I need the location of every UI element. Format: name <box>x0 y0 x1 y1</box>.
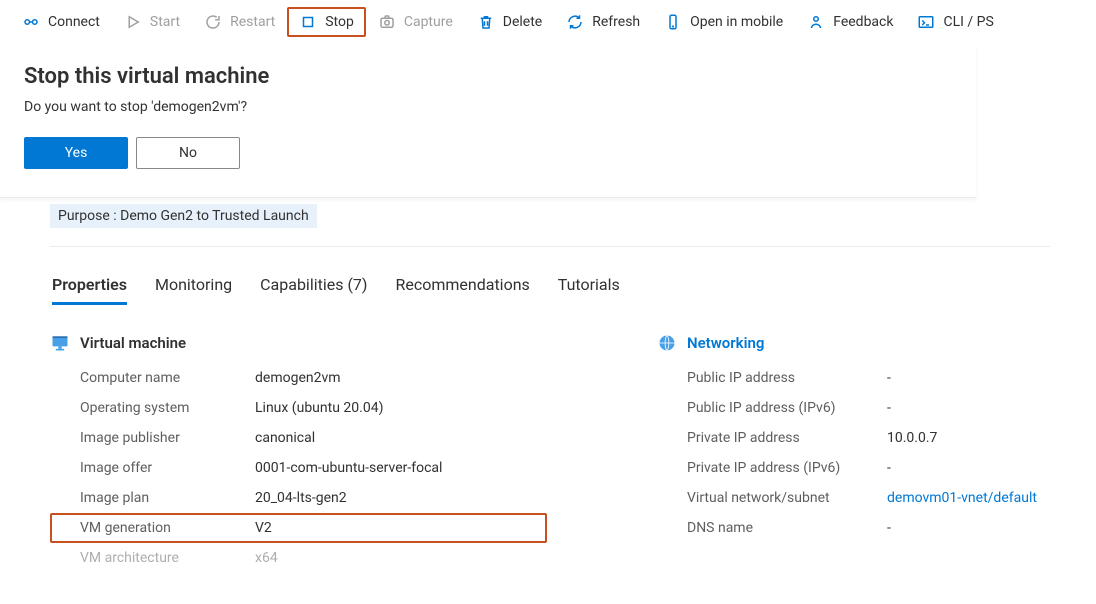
monitor-icon <box>50 333 70 353</box>
label-dns: DNS name <box>687 520 887 536</box>
value-public-ip6: - <box>887 400 1087 416</box>
connect-label: Connect <box>48 14 100 30</box>
row-vnet: Virtual network/subnet demovm01-vnet/def… <box>657 483 1087 513</box>
restart-icon <box>204 13 222 31</box>
label-vm-architecture: VM architecture <box>80 550 255 566</box>
refresh-icon <box>566 13 584 31</box>
row-private-ip6: Private IP address (IPv6) - <box>657 453 1087 483</box>
value-plan: 20_04-lts-gen2 <box>255 490 545 506</box>
vm-section: Virtual machine Computer name demogen2vm… <box>50 333 547 573</box>
row-dns: DNS name - <box>657 513 1087 543</box>
no-button[interactable]: No <box>136 137 240 169</box>
label-plan: Image plan <box>80 490 255 506</box>
vm-section-title: Virtual machine <box>80 334 186 352</box>
tab-properties[interactable]: Properties <box>52 275 127 305</box>
row-offer: Image offer 0001-com-ubuntu-server-focal <box>50 453 547 483</box>
value-vnet[interactable]: demovm01-vnet/default <box>887 490 1087 506</box>
cli-button[interactable]: CLI / PS <box>905 7 1005 37</box>
feedback-label: Feedback <box>833 14 893 30</box>
start-label: Start <box>150 14 180 30</box>
row-publisher: Image publisher canonical <box>50 423 547 453</box>
label-private-ip: Private IP address <box>687 430 887 446</box>
label-vm-generation: VM generation <box>80 520 255 536</box>
capture-icon <box>378 13 396 31</box>
networking-section: Networking Public IP address - Public IP… <box>657 333 1087 573</box>
purpose-tag[interactable]: Purpose : Demo Gen2 to Trusted Launch <box>50 204 317 228</box>
label-public-ip: Public IP address <box>687 370 887 386</box>
delete-button[interactable]: Delete <box>465 7 554 37</box>
globe-icon <box>657 333 677 353</box>
value-os: Linux (ubuntu 20.04) <box>255 400 545 416</box>
delete-label: Delete <box>503 14 542 30</box>
value-private-ip: 10.0.0.7 <box>887 430 1087 446</box>
value-dns: - <box>887 520 1087 536</box>
open-mobile-label: Open in mobile <box>690 14 783 30</box>
mobile-icon <box>664 13 682 31</box>
feedback-icon <box>807 13 825 31</box>
value-public-ip: - <box>887 370 1087 386</box>
label-publisher: Image publisher <box>80 430 255 446</box>
dialog-text: Do you want to stop 'demogen2vm'? <box>24 99 952 115</box>
value-vm-architecture: x64 <box>255 550 545 566</box>
cli-label: CLI / PS <box>943 14 993 30</box>
play-icon <box>124 13 142 31</box>
row-private-ip: Private IP address 10.0.0.7 <box>657 423 1087 453</box>
refresh-label: Refresh <box>592 14 640 30</box>
row-public-ip: Public IP address - <box>657 363 1087 393</box>
row-computer-name: Computer name demogen2vm <box>50 363 547 393</box>
command-bar: Connect Start Restart Stop Capture Delet… <box>0 0 1096 44</box>
tab-monitoring[interactable]: Monitoring <box>155 275 232 305</box>
capture-label: Capture <box>404 14 453 30</box>
start-button: Start <box>112 7 192 37</box>
feedback-button[interactable]: Feedback <box>795 7 905 37</box>
tab-recommendations[interactable]: Recommendations <box>395 275 529 305</box>
yes-button[interactable]: Yes <box>24 137 128 169</box>
value-publisher: canonical <box>255 430 545 446</box>
stop-icon <box>299 13 317 31</box>
stop-label: Stop <box>325 14 354 30</box>
delete-icon <box>477 13 495 31</box>
open-mobile-button[interactable]: Open in mobile <box>652 7 795 37</box>
networking-section-title: Networking <box>687 334 764 352</box>
row-vm-generation: VM generation V2 <box>50 513 547 543</box>
properties-columns: Virtual machine Computer name demogen2vm… <box>50 333 1072 573</box>
restart-button: Restart <box>192 7 287 37</box>
refresh-button[interactable]: Refresh <box>554 7 652 37</box>
label-offer: Image offer <box>80 460 255 476</box>
label-os: Operating system <box>80 400 255 416</box>
value-computer-name: demogen2vm <box>255 370 545 386</box>
row-vm-architecture: VM architecture x64 <box>50 543 547 573</box>
networking-section-header: Networking <box>657 333 1087 353</box>
label-computer-name: Computer name <box>80 370 255 386</box>
vm-section-header: Virtual machine <box>50 333 547 353</box>
restart-label: Restart <box>230 14 275 30</box>
dialog-buttons: Yes No <box>24 137 952 169</box>
divider <box>50 246 1050 247</box>
dialog-title: Stop this virtual machine <box>24 64 952 89</box>
label-public-ip6: Public IP address (IPv6) <box>687 400 887 416</box>
row-os: Operating system Linux (ubuntu 20.04) <box>50 393 547 423</box>
label-private-ip6: Private IP address (IPv6) <box>687 460 887 476</box>
value-private-ip6: - <box>887 460 1087 476</box>
cli-icon <box>917 13 935 31</box>
row-public-ip6: Public IP address (IPv6) - <box>657 393 1087 423</box>
capture-button: Capture <box>366 7 465 37</box>
value-vm-generation: V2 <box>255 520 545 536</box>
tab-capabilities[interactable]: Capabilities (7) <box>260 275 367 305</box>
label-vnet: Virtual network/subnet <box>687 490 887 506</box>
stop-vm-dialog: Stop this virtual machine Do you want to… <box>0 44 976 198</box>
stop-button[interactable]: Stop <box>287 7 366 37</box>
row-plan: Image plan 20_04-lts-gen2 <box>50 483 547 513</box>
tabs: Properties Monitoring Capabilities (7) R… <box>52 275 1072 305</box>
connect-button[interactable]: Connect <box>10 7 112 37</box>
connect-icon <box>22 13 40 31</box>
value-offer: 0001-com-ubuntu-server-focal <box>255 460 545 476</box>
tab-tutorials[interactable]: Tutorials <box>558 275 620 305</box>
